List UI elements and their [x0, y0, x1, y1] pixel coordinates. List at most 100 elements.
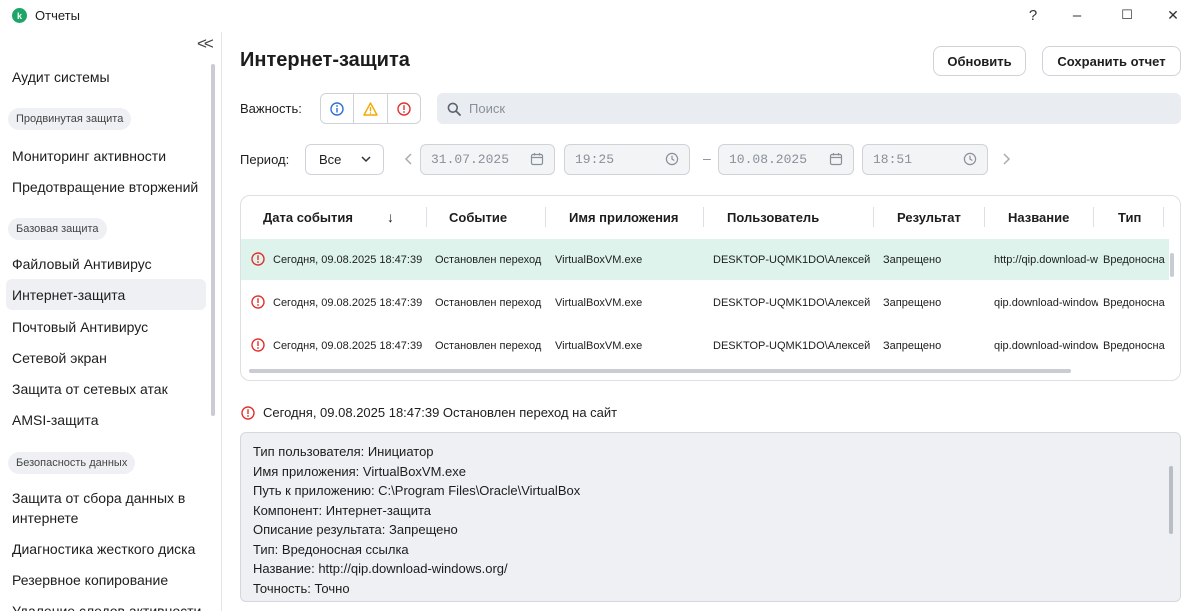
- sidebar-item-data-collection[interactable]: Защита от сбора данных в интернете: [6, 486, 206, 530]
- cell-user: DESKTOP-UQMK1DO\Алексей: [713, 253, 871, 266]
- sidebar-item-system-audit[interactable]: Аудит системы: [6, 61, 206, 92]
- cell-result: Запрещено: [883, 296, 942, 309]
- event-details-title: Сегодня, 09.08.2025 18:47:39 Остановлен …: [263, 405, 618, 420]
- calendar-icon: [530, 153, 544, 166]
- page-title: Интернет-защита: [240, 49, 410, 71]
- table-row[interactable]: Сегодня, 09.08.2025 18:47:39 Остановлен …: [241, 282, 1169, 323]
- search-input[interactable]: [469, 101, 1149, 116]
- cell-name: qip.download-windows.org: [994, 296, 1098, 309]
- column-header-app[interactable]: Имя приложения: [569, 196, 679, 238]
- calendar-icon: [829, 153, 843, 166]
- cell-user: DESKTOP-UQMK1DO\Алексей: [713, 296, 871, 309]
- severity-label: Важность:: [240, 101, 302, 116]
- column-header-result[interactable]: Результат: [897, 196, 961, 238]
- detail-app-name: Имя приложения: VirtualBoxVM.exe: [253, 463, 466, 479]
- column-header-type[interactable]: Тип: [1118, 196, 1141, 238]
- time-from-field[interactable]: 19:25: [564, 144, 690, 175]
- details-scrollbar[interactable]: [1169, 466, 1173, 534]
- detail-accuracy: Точность: Точно: [253, 580, 350, 596]
- critical-icon: [251, 252, 265, 266]
- close-button[interactable]: ✕: [1159, 4, 1187, 26]
- chevron-right-icon[interactable]: [1001, 153, 1011, 165]
- save-report-button[interactable]: Сохранить отчет: [1042, 46, 1181, 76]
- cell-type: Вредоносная ссылка: [1103, 296, 1165, 309]
- detail-app-path: Путь к приложению: C:\Program Files\Orac…: [253, 483, 581, 498]
- cell-type: Вредоносная ссылка: [1103, 253, 1165, 266]
- chevron-left-icon[interactable]: [404, 153, 414, 165]
- sidebar-item-web-protection[interactable]: Интернет-защита: [6, 279, 206, 310]
- window-title: Отчеты: [35, 8, 80, 23]
- clock-icon: [665, 152, 679, 166]
- clock-icon: [963, 152, 977, 166]
- period-select[interactable]: Все: [305, 144, 384, 175]
- cell-date: Сегодня, 09.08.2025 18:47:39: [273, 339, 423, 352]
- sidebar-item-disk-diagnostics[interactable]: Диагностика жесткого диска: [6, 533, 206, 564]
- severity-info-button[interactable]: [321, 94, 355, 123]
- sidebar-item-amsi[interactable]: AMSI-защита: [6, 404, 206, 435]
- cell-app: VirtualBoxVM.exe: [555, 296, 643, 309]
- cell-event: Остановлен переход: [435, 339, 542, 352]
- info-icon: [330, 101, 344, 116]
- collapse-sidebar-button[interactable]: <<: [197, 34, 214, 54]
- cell-date: Сегодня, 09.08.2025 18:47:39: [273, 296, 423, 309]
- date-to-value: 10.08.2025: [729, 152, 808, 167]
- sidebar-item-intrusion-prevention[interactable]: Предотвращение вторжений: [6, 171, 206, 202]
- column-header-name[interactable]: Название: [1008, 196, 1069, 238]
- sidebar-item-file-antivirus[interactable]: Файловый Антивирус: [6, 248, 206, 279]
- column-header-event[interactable]: Событие: [449, 196, 507, 238]
- warning-icon: [363, 101, 378, 116]
- sort-desc-icon[interactable]: ↓: [387, 196, 394, 238]
- minimize-button[interactable]: –: [1063, 4, 1091, 26]
- date-to-field[interactable]: 10.08.2025: [718, 144, 854, 175]
- column-header-date[interactable]: Дата события: [263, 196, 353, 238]
- critical-icon: [241, 405, 255, 420]
- sidebar-item-network-attack[interactable]: Защита от сетевых атак: [6, 373, 206, 404]
- date-from-field[interactable]: 31.07.2025: [420, 144, 555, 175]
- table-row[interactable]: Сегодня, 09.08.2025 18:47:39 Остановлен …: [241, 239, 1169, 280]
- title-bar: k Отчеты ? – ☐ ✕: [0, 0, 1200, 32]
- sidebar-item-firewall[interactable]: Сетевой экран: [6, 342, 206, 373]
- time-to-value: 18:51: [873, 152, 913, 167]
- detail-result-description: Описание результата: Запрещено: [253, 522, 458, 537]
- help-button[interactable]: ?: [1019, 4, 1047, 26]
- table-row[interactable]: Сегодня, 09.08.2025 18:47:39 Остановлен …: [241, 325, 1169, 366]
- cell-event: Остановлен переход: [435, 253, 542, 266]
- severity-critical-button[interactable]: [388, 94, 420, 123]
- cell-event: Остановлен переход: [435, 296, 542, 309]
- sidebar-item-backup[interactable]: Резервное копирование: [6, 564, 206, 595]
- sidebar-section-advanced: Продвинутая защита: [8, 108, 132, 130]
- sidebar-scrollbar[interactable]: [211, 64, 215, 416]
- event-details-panel[interactable]: Тип пользователя: Инициатор Имя приложен…: [240, 432, 1181, 602]
- cell-result: Запрещено: [883, 253, 942, 266]
- maximize-button[interactable]: ☐: [1113, 4, 1141, 26]
- sidebar-section-basic: Базовая защита: [8, 218, 107, 240]
- sidebar-section-data-security: Безопасность данных: [8, 452, 136, 474]
- period-select-value: Все: [319, 152, 342, 167]
- sidebar-item-mail-antivirus[interactable]: Почтовый Антивирус: [6, 311, 206, 342]
- table-horizontal-scrollbar[interactable]: [249, 369, 1071, 373]
- search-box: [437, 93, 1181, 124]
- critical-icon: [397, 101, 411, 116]
- detail-type: Тип: Вредоносная ссылка: [253, 541, 409, 557]
- events-table: Дата события ↓ Событие Имя приложения По…: [240, 195, 1181, 381]
- search-icon: [447, 102, 461, 116]
- table-vertical-scrollbar[interactable]: [1170, 253, 1174, 277]
- event-details-header: Сегодня, 09.08.2025 18:47:39 Остановлен …: [241, 405, 617, 420]
- cell-user: DESKTOP-UQMK1DO\Алексей: [713, 339, 871, 352]
- sidebar: << Аудит системы Продвинутая защита Мони…: [0, 32, 222, 611]
- cell-result: Запрещено: [883, 339, 942, 352]
- sidebar-item-activity-cleanup[interactable]: Удаление следов активности: [6, 595, 206, 611]
- cell-date: Сегодня, 09.08.2025 18:47:39: [273, 253, 423, 266]
- period-label: Период:: [240, 152, 290, 167]
- time-to-field[interactable]: 18:51: [862, 144, 988, 175]
- refresh-button[interactable]: Обновить: [933, 46, 1026, 76]
- severity-warning-button[interactable]: [354, 94, 388, 123]
- column-header-user[interactable]: Пользователь: [727, 196, 819, 238]
- sidebar-item-activity-monitor[interactable]: Мониторинг активности: [6, 140, 206, 171]
- cell-app: VirtualBoxVM.exe: [555, 253, 643, 266]
- critical-icon: [251, 295, 265, 309]
- date-from-value: 31.07.2025: [431, 152, 510, 167]
- app-logo-icon: k: [12, 8, 27, 23]
- detail-user-type: Тип пользователя: Инициатор: [253, 444, 434, 459]
- cell-name: http://qip.download-windows.org/: [994, 253, 1098, 266]
